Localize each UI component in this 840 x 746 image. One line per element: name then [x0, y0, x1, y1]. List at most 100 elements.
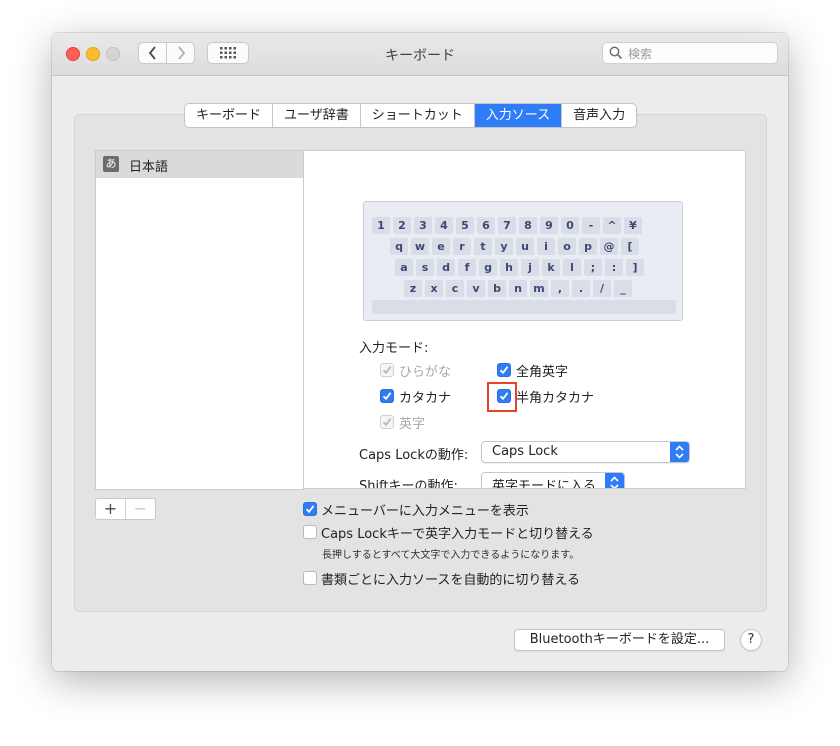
remove-input-source-button[interactable]: −: [125, 499, 155, 519]
keyboard-preferences-window: キーボード 検索 キーボード ユーザ辞書 ショートカット 入力ソース 音声入力 …: [52, 33, 788, 671]
checkmark-icon: [382, 366, 392, 375]
key: g: [479, 259, 497, 276]
auto-switch-label: 書類ごとに入力ソースを自動的に切り替える: [321, 573, 580, 588]
input-mode-heading: 入力モード:: [359, 341, 429, 356]
caps-lock-action-value: Caps Lock: [492, 444, 558, 459]
key: 0: [561, 217, 579, 234]
caps-lock-switch-label: Caps Lockキーで英字入力モードと切り替える: [321, 527, 594, 542]
key: z: [404, 280, 422, 297]
checkmark-icon: [305, 505, 315, 514]
hiragana-label: ひらがな: [399, 365, 452, 380]
key: f: [458, 259, 476, 276]
key: ^: [603, 217, 621, 234]
add-remove-control: + −: [95, 498, 156, 520]
checkmark-icon: [382, 392, 392, 401]
shift-action-label: Shiftキーの動作:: [359, 479, 458, 489]
highlight-box: [487, 382, 517, 412]
key: k: [542, 259, 560, 276]
key: ;: [584, 259, 602, 276]
key: 9: [540, 217, 558, 234]
eiji-label: 英字: [399, 417, 426, 432]
caps-lock-action-label: Caps Lockの動作:: [359, 448, 469, 463]
key: e: [432, 238, 450, 255]
key: m: [530, 280, 548, 297]
tab-user-dictionary[interactable]: ユーザ辞書: [273, 104, 361, 127]
hiragana-checkbox: [380, 363, 394, 377]
key: 6: [477, 217, 495, 234]
key: v: [467, 280, 485, 297]
search-field[interactable]: 検索: [602, 42, 778, 64]
show-input-menu-label: メニューバーに入力メニューを表示: [321, 504, 529, 519]
key: i: [537, 238, 555, 255]
key: q: [390, 238, 408, 255]
popup-stepper: [670, 442, 689, 462]
key: [: [621, 238, 639, 255]
hiragana-badge-icon: あ: [103, 156, 119, 172]
key: r: [453, 238, 471, 255]
search-icon: [609, 46, 623, 60]
key: n: [509, 280, 527, 297]
hankaku-katakana-label: 半角カタカナ: [516, 391, 595, 406]
show-input-menu-checkbox[interactable]: [303, 502, 317, 516]
tab-shortcuts[interactable]: ショートカット: [361, 104, 475, 127]
key: s: [416, 259, 434, 276]
checkmark-icon: [499, 366, 509, 375]
input-source-item-japanese[interactable]: あ 日本語: [96, 151, 303, 178]
preference-tabs: キーボード ユーザ辞書 ショートカット 入力ソース 音声入力: [184, 103, 638, 128]
key: x: [425, 280, 443, 297]
input-source-label: 日本語: [129, 160, 169, 175]
caps-lock-switch-note: 長押しするとすべて大文字で入力できるようになります。: [322, 550, 580, 561]
popup-stepper: [605, 473, 624, 488]
add-input-source-button[interactable]: +: [96, 499, 125, 519]
tab-keyboard[interactable]: キーボード: [185, 104, 274, 127]
eiji-checkbox: [380, 415, 394, 429]
key: j: [521, 259, 539, 276]
checkmark-icon: [382, 418, 392, 427]
shift-action-value: 英字モードに入る: [492, 479, 597, 489]
chevron-up-down-icon: [610, 476, 619, 488]
key: a: [395, 259, 413, 276]
tab-input-sources[interactable]: 入力ソース: [474, 104, 563, 127]
key: /: [593, 280, 611, 297]
key: t: [474, 238, 492, 255]
key: 2: [393, 217, 411, 234]
input-source-list[interactable]: あ 日本語: [95, 150, 304, 490]
key: ]: [626, 259, 644, 276]
key: d: [437, 259, 455, 276]
auto-switch-checkbox[interactable]: [303, 571, 317, 585]
key: o: [558, 238, 576, 255]
key: w: [411, 238, 429, 255]
key: 5: [456, 217, 474, 234]
chevron-up-down-icon: [675, 445, 684, 459]
key: 7: [498, 217, 516, 234]
tab-dictation[interactable]: 音声入力: [562, 104, 636, 127]
key: _: [614, 280, 632, 297]
key: h: [500, 259, 518, 276]
key: ¥: [624, 217, 642, 234]
zenkaku-eiji-label: 全角英字: [516, 365, 569, 380]
key: l: [563, 259, 581, 276]
key: 8: [519, 217, 537, 234]
spacebar-key: [372, 300, 676, 314]
key: u: [516, 238, 534, 255]
key: 3: [414, 217, 432, 234]
key: y: [495, 238, 513, 255]
setup-bluetooth-keyboard-button[interactable]: Bluetoothキーボードを設定...: [514, 629, 725, 651]
zenkaku-eiji-checkbox[interactable]: [497, 363, 511, 377]
katakana-checkbox[interactable]: [380, 389, 394, 403]
shift-action-popup[interactable]: 英字モードに入る: [481, 472, 625, 489]
input-source-settings-pane: 1 2 3 4 5 6 7 8 9 0 - ^ ¥ q w e r t y u …: [303, 150, 746, 489]
title-bar: キーボード 検索: [52, 33, 788, 76]
key: .: [572, 280, 590, 297]
key: @: [600, 238, 618, 255]
key: -: [582, 217, 600, 234]
key: c: [446, 280, 464, 297]
search-placeholder: 検索: [628, 47, 653, 61]
key: p: [579, 238, 597, 255]
help-button[interactable]: ?: [740, 629, 762, 651]
caps-lock-action-popup[interactable]: Caps Lock: [481, 441, 690, 463]
key: ,: [551, 280, 569, 297]
key: :: [605, 259, 623, 276]
keyboard-layout-preview: 1 2 3 4 5 6 7 8 9 0 - ^ ¥ q w e r t y u …: [363, 201, 683, 321]
caps-lock-switch-checkbox[interactable]: [303, 525, 317, 539]
